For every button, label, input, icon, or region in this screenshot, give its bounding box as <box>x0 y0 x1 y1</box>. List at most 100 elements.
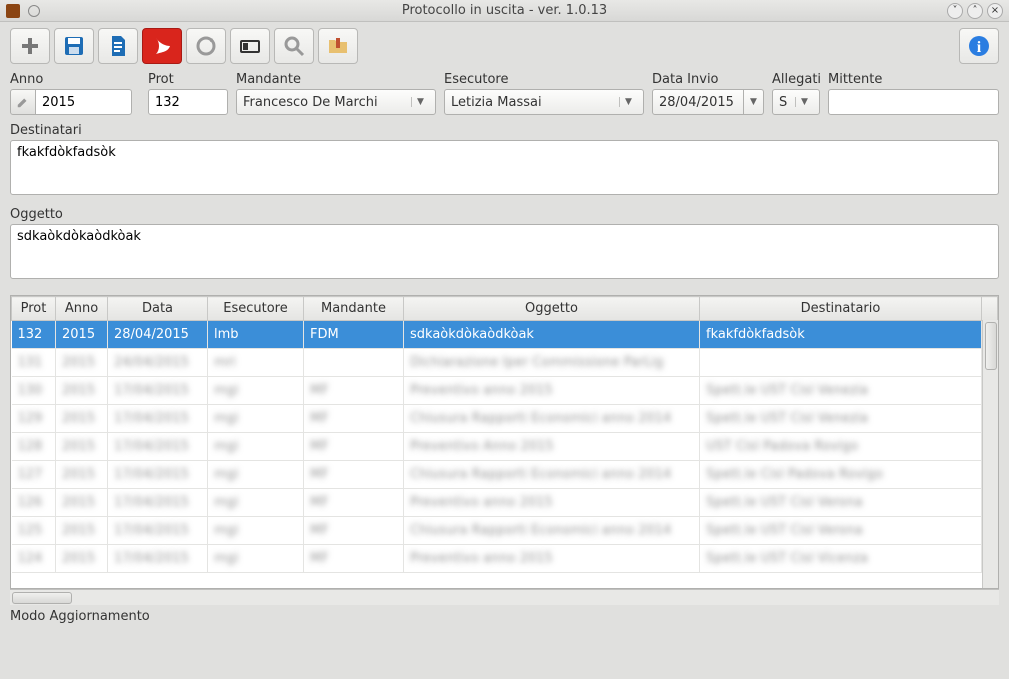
cell-destinatario: Spett.le UST Cisl Verona <box>700 517 982 545</box>
col-data[interactable]: Data <box>108 297 208 321</box>
folder-button[interactable] <box>318 28 358 64</box>
cell-data: 17/04/2015 <box>108 405 208 433</box>
data-invio-input[interactable]: 28/04/2015 <box>652 89 744 115</box>
cell-data: 17/04/2015 <box>108 517 208 545</box>
cell-destinatario: Spett.le Cisl Padova Rovigo <box>700 461 982 489</box>
cell-prot: 131 <box>12 349 56 377</box>
toolbar: i <box>0 22 1009 70</box>
table-row[interactable]: 132201528/04/2015lmbFDMsdkaòkdòkaòdkòakf… <box>12 321 998 349</box>
anno-label: Anno <box>10 72 140 87</box>
table-row[interactable]: 124201517/04/2015mgiMFPreventivo anno 20… <box>12 545 998 573</box>
cell-data: 17/04/2015 <box>108 461 208 489</box>
table-row[interactable]: 131201524/04/2015mriDichiarazione Iper C… <box>12 349 998 377</box>
cell-esecutore: mgi <box>208 377 304 405</box>
cell-anno: 2015 <box>56 517 108 545</box>
cell-esecutore: mgi <box>208 433 304 461</box>
cell-oggetto: Preventivo anno 2015 <box>404 489 700 517</box>
cell-prot: 128 <box>12 433 56 461</box>
maximize-button[interactable]: ˄ <box>967 3 983 19</box>
cell-anno: 2015 <box>56 489 108 517</box>
col-anno[interactable]: Anno <box>56 297 108 321</box>
allegati-dropdown[interactable]: S ▼ <box>772 89 820 115</box>
cell-prot: 132 <box>12 321 56 349</box>
cell-mandante: MF <box>304 461 404 489</box>
anno-input[interactable] <box>36 89 132 115</box>
cell-anno: 2015 <box>56 321 108 349</box>
col-mandante[interactable]: Mandante <box>304 297 404 321</box>
cell-mandante: MF <box>304 405 404 433</box>
results-table-container: Prot Anno Data Esecutore Mandante Oggett… <box>10 295 999 589</box>
cell-data: 17/04/2015 <box>108 545 208 573</box>
vertical-scrollbar[interactable] <box>982 320 998 588</box>
cell-destinatario: Spett.le UST Cisl Vicenza <box>700 545 982 573</box>
add-button[interactable] <box>10 28 50 64</box>
status-text: Modo Aggiornamento <box>10 609 150 624</box>
table-row[interactable]: 127201517/04/2015mgiMFChiusura Rapporti … <box>12 461 998 489</box>
pdf-button[interactable] <box>142 28 182 64</box>
mandante-label: Mandante <box>236 72 436 87</box>
mittente-input[interactable] <box>828 89 999 115</box>
anno-edit-icon[interactable] <box>10 89 36 115</box>
table-row[interactable]: 126201517/04/2015mgiMFPreventivo anno 20… <box>12 489 998 517</box>
col-destinatario[interactable]: Destinatario <box>700 297 982 321</box>
table-row[interactable]: 125201517/04/2015mgiMFChiusura Rapporti … <box>12 517 998 545</box>
cell-oggetto: Chiusura Rapporti Economici anno 2014 <box>404 517 700 545</box>
close-button[interactable]: × <box>987 3 1003 19</box>
chevron-down-icon: ▼ <box>795 97 813 107</box>
horizontal-scrollbar[interactable] <box>10 589 999 605</box>
search-button[interactable] <box>274 28 314 64</box>
oggetto-section: Oggetto <box>0 205 1009 289</box>
cell-esecutore: mri <box>208 349 304 377</box>
cell-esecutore: mgi <box>208 545 304 573</box>
cell-mandante <box>304 349 404 377</box>
oggetto-textarea[interactable] <box>10 224 999 279</box>
window-title: Protocollo in uscita - ver. 1.0.13 <box>0 3 1009 18</box>
data-invio-picker-button[interactable]: ▼ <box>744 89 764 115</box>
refresh-button[interactable] <box>186 28 226 64</box>
cell-prot: 127 <box>12 461 56 489</box>
cell-prot: 126 <box>12 489 56 517</box>
data-invio-label: Data Invio <box>652 72 764 87</box>
svg-text:i: i <box>977 39 982 56</box>
table-row[interactable]: 130201517/04/2015mgiMFPreventivo anno 20… <box>12 377 998 405</box>
destinatari-section: Destinatari <box>0 121 1009 205</box>
cell-oggetto: Chiusura Rapporti Economici anno 2014 <box>404 461 700 489</box>
cell-oggetto: Dichiarazione Iper Commissione ParLig <box>404 349 700 377</box>
prot-label: Prot <box>148 72 228 87</box>
cell-esecutore: mgi <box>208 517 304 545</box>
cell-mandante: MF <box>304 433 404 461</box>
cell-oggetto: Chiusura Rapporti Economici anno 2014 <box>404 405 700 433</box>
app-icon <box>6 4 20 18</box>
chevron-down-icon: ▼ <box>619 97 637 107</box>
cell-esecutore: lmb <box>208 321 304 349</box>
cell-destinatario: Spett.le UST Cisl Verona <box>700 489 982 517</box>
cell-destinatario: fkakfdòkfadsòk <box>700 321 982 349</box>
save-button[interactable] <box>54 28 94 64</box>
table-row[interactable]: 128201517/04/2015mgiMFPreventivo Anno 20… <box>12 433 998 461</box>
esecutore-label: Esecutore <box>444 72 644 87</box>
minimize-button[interactable]: ˅ <box>947 3 963 19</box>
results-table[interactable]: Prot Anno Data Esecutore Mandante Oggett… <box>11 296 998 573</box>
col-oggetto[interactable]: Oggetto <box>404 297 700 321</box>
cell-esecutore: mgi <box>208 405 304 433</box>
destinatari-textarea[interactable] <box>10 140 999 195</box>
cell-destinatario: Spett.le UST Cisl Venezia <box>700 405 982 433</box>
esecutore-dropdown[interactable]: Letizia Massai ▼ <box>444 89 644 115</box>
cell-oggetto: Preventivo anno 2015 <box>404 545 700 573</box>
mandante-dropdown[interactable]: Francesco De Marchi ▼ <box>236 89 436 115</box>
cell-data: 17/04/2015 <box>108 433 208 461</box>
cell-prot: 130 <box>12 377 56 405</box>
pin-icon[interactable] <box>28 5 40 17</box>
document-button[interactable] <box>98 28 138 64</box>
titlebar: Protocollo in uscita - ver. 1.0.13 ˅ ˄ × <box>0 0 1009 22</box>
card-button[interactable] <box>230 28 270 64</box>
cell-destinatario: Spett.le UST Cisl Venezia <box>700 377 982 405</box>
prot-input[interactable] <box>148 89 228 115</box>
col-esecutore[interactable]: Esecutore <box>208 297 304 321</box>
cell-mandante: MF <box>304 517 404 545</box>
mandante-value: Francesco De Marchi <box>243 95 411 110</box>
table-row[interactable]: 129201517/04/2015mgiMFChiusura Rapporti … <box>12 405 998 433</box>
info-button[interactable]: i <box>959 28 999 64</box>
cell-data: 24/04/2015 <box>108 349 208 377</box>
col-prot[interactable]: Prot <box>12 297 56 321</box>
